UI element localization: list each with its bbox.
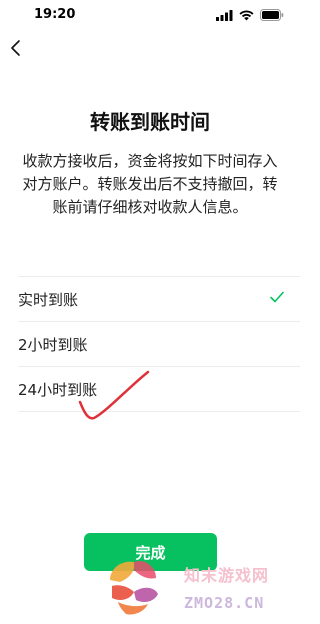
status-bar: 19:20 (0, 0, 300, 34)
page-title: 转账到账时间 (90, 110, 210, 134)
arrival-time-options: 实时到账 2小时到账 24小时到账 (18, 276, 300, 412)
signal-icon (216, 10, 233, 21)
option-label: 实时到账 (18, 290, 79, 309)
check-icon (270, 291, 284, 303)
option-24-hours[interactable]: 24小时到账 (18, 366, 300, 412)
option-realtime[interactable]: 实时到账 (18, 276, 300, 321)
chevron-left-icon[interactable] (6, 38, 26, 58)
option-2-hours[interactable]: 2小时到账 (18, 321, 300, 366)
description-text: 收款方接收后，资金将按如下时间存入对方账户。转账发出后不支持撤回，转账前请仔细核… (22, 152, 278, 216)
option-label: 24小时到账 (18, 380, 98, 399)
done-button[interactable]: 完成 (84, 533, 217, 571)
watermark-text-en: ZMO28.CN (184, 594, 265, 612)
wifi-icon (239, 10, 254, 21)
option-label: 2小时到账 (18, 335, 88, 354)
status-time: 19:20 (34, 7, 76, 22)
status-icons (216, 9, 284, 21)
battery-icon (260, 9, 284, 21)
